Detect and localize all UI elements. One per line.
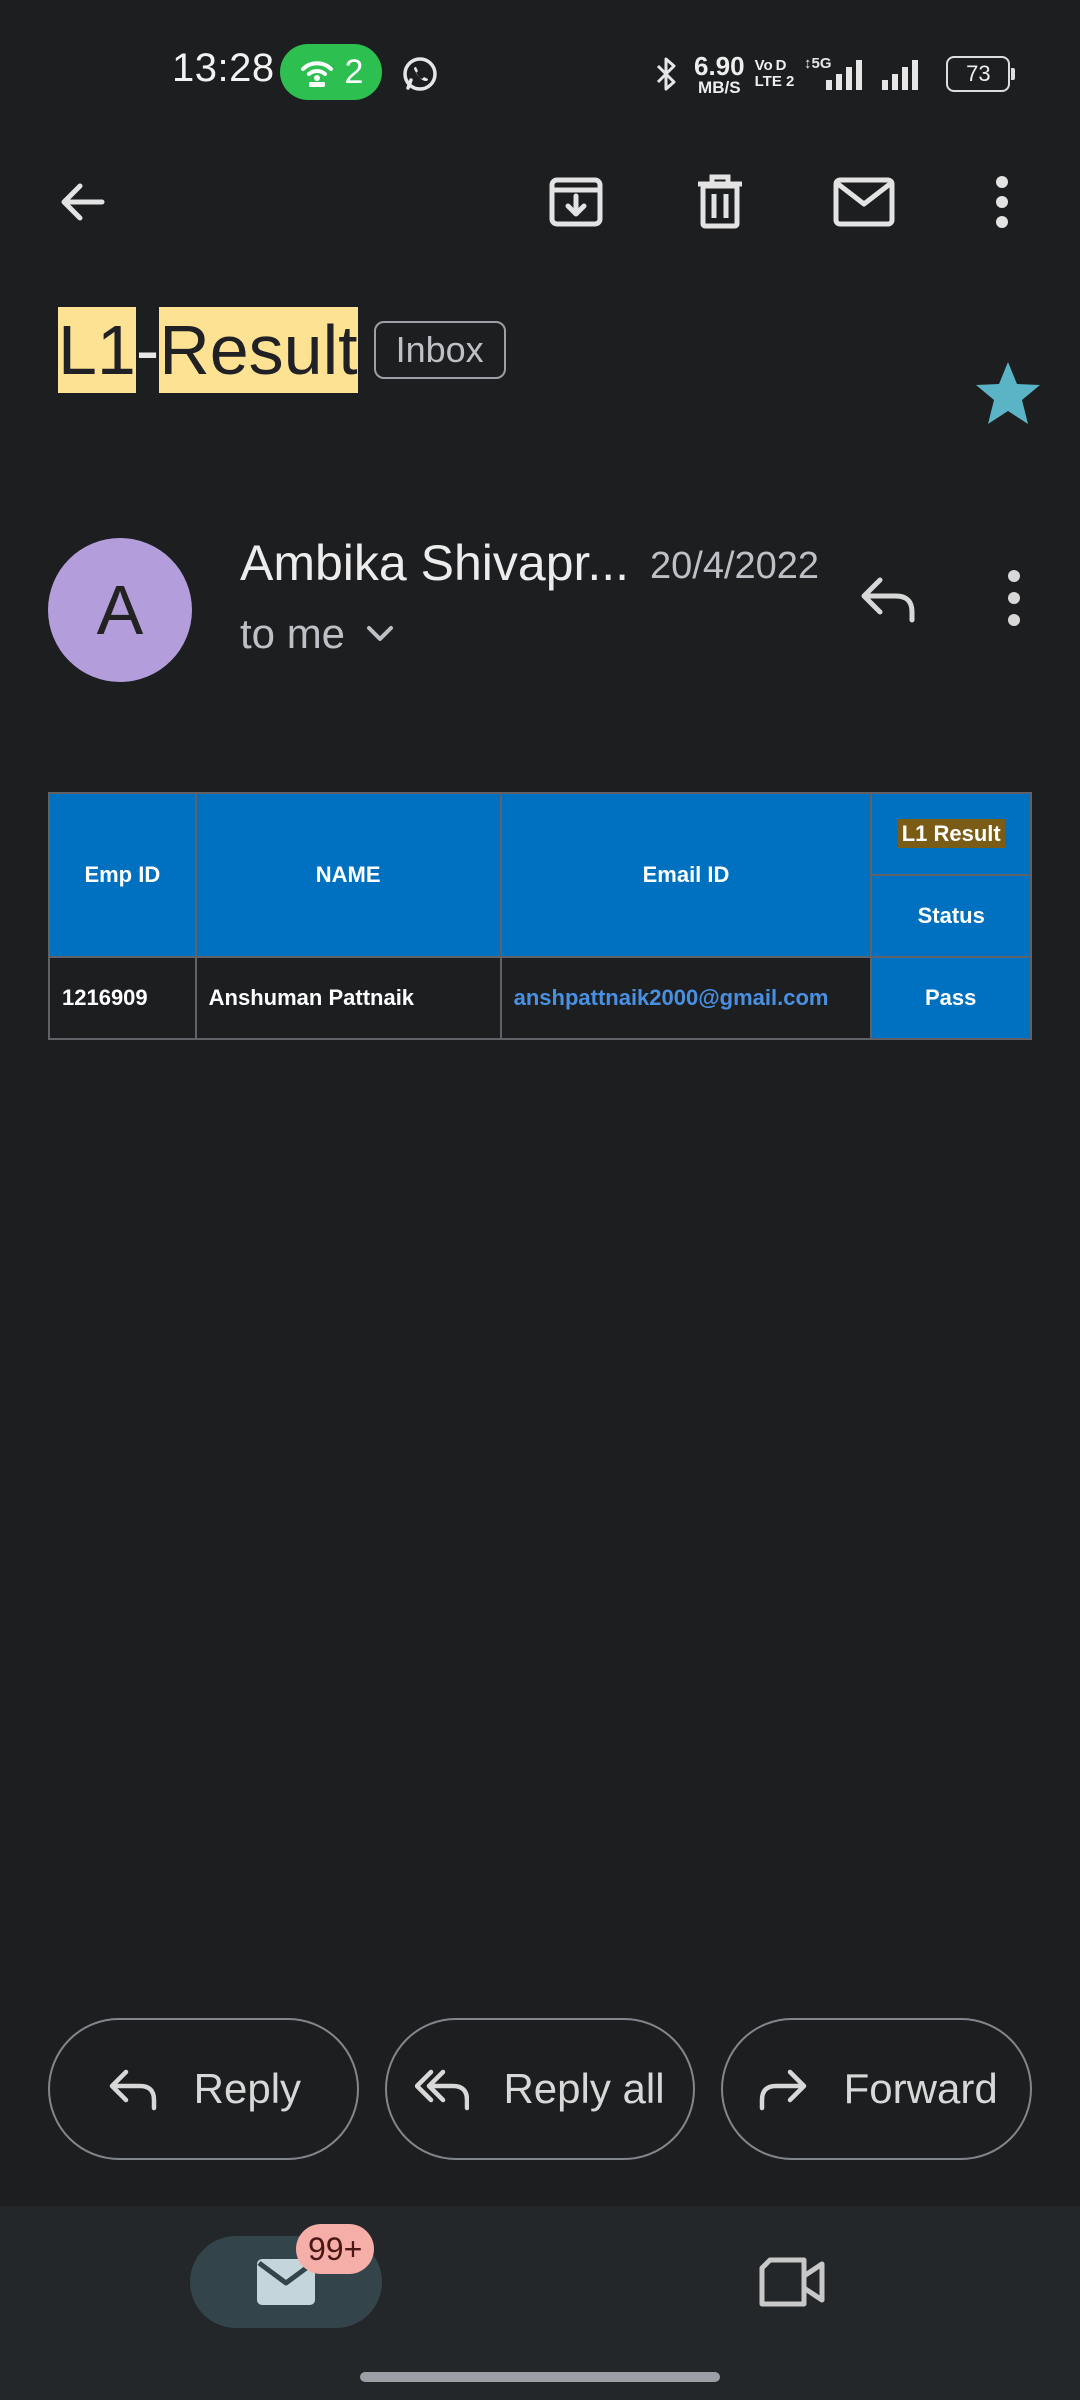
reply-all-button[interactable]: Reply all	[384, 2018, 696, 2160]
inbox-label-chip[interactable]: Inbox	[373, 321, 506, 379]
trash-icon	[698, 174, 742, 229]
back-button[interactable]	[50, 170, 114, 234]
reply-all-button-label: Reply all	[503, 2065, 665, 2112]
email-date: 20/4/2022	[650, 545, 820, 587]
mail-icon	[833, 177, 895, 227]
sender-name[interactable]: Ambika Shivapr...	[240, 534, 629, 592]
reply-icon[interactable]	[856, 568, 920, 632]
bluetooth-icon	[656, 57, 676, 91]
sender-avatar[interactable]: A	[48, 538, 192, 682]
recipient-details-toggle[interactable]: to me	[240, 610, 395, 658]
subject-highlight-1: L1	[58, 307, 136, 393]
more-vert-icon	[996, 176, 1008, 228]
status-bar: 13:28 2 6.90 MB/S Vo D LTE 2 ↕5G 73	[0, 0, 1080, 140]
whatsapp-icon	[403, 57, 437, 91]
signal-5g-icon: ↕5G	[804, 55, 863, 90]
chevron-down-icon	[367, 626, 394, 641]
status-time: 13:28	[172, 46, 275, 90]
header-email: Email ID	[499, 792, 873, 958]
email-toolbar	[0, 160, 1080, 260]
table-row: 1216909 Anshuman Pattnaik anshpattnaik20…	[48, 956, 1032, 1040]
back-arrow-icon	[61, 183, 105, 221]
svg-text:↕5G: ↕5G	[804, 55, 832, 72]
email-subject: L1-Result	[58, 307, 358, 393]
email-view-screen: 13:28 2 6.90 MB/S Vo D LTE 2 ↕5G 73 L1-R…	[0, 0, 1080, 2400]
archive-icon	[549, 177, 603, 227]
hotspot-count: 2	[344, 52, 364, 91]
more-options-button[interactable]	[970, 170, 1034, 234]
subject-row: L1-Result Inbox	[58, 307, 506, 393]
delete-button[interactable]	[688, 170, 752, 234]
reply-all-icon	[415, 2069, 470, 2111]
table-header-row: Emp ID NAME Email ID L1 Result	[48, 792, 1032, 958]
result-table: Emp ID NAME Email ID L1 Result Status 12…	[48, 792, 1032, 1040]
archive-button[interactable]	[544, 170, 608, 234]
header-status: Status	[870, 874, 1032, 958]
cell-emp-id: 1216909	[48, 956, 197, 1040]
cell-name: Anshuman Pattnaik	[194, 956, 502, 1040]
star-icon[interactable]	[972, 358, 1044, 430]
subject-separator: -	[135, 311, 160, 389]
forward-button[interactable]: Forward	[721, 2018, 1033, 2160]
video-camera-icon[interactable]	[758, 2252, 828, 2312]
reply-icon	[109, 2069, 156, 2111]
signal-icon	[882, 60, 919, 90]
unread-count-badge: 99+	[296, 2224, 375, 2274]
subject-highlight-2: Result	[159, 307, 358, 393]
l1-result-highlight: L1 Result	[897, 819, 1005, 848]
reply-button-label: Reply	[193, 2065, 302, 2112]
bottom-navigation: 99+	[0, 2206, 1080, 2400]
sender-more-vert-icon[interactable]	[990, 566, 1038, 630]
recipient-label: to me	[240, 610, 346, 657]
header-emp-id: Emp ID	[48, 792, 197, 958]
reply-button[interactable]: Reply	[48, 2018, 359, 2160]
hotspot-icon	[300, 61, 333, 87]
volte-indicator: Vo D LTE 2	[754, 57, 795, 90]
home-gesture-bar[interactable]	[360, 2372, 720, 2382]
cell-email-link[interactable]: anshpattnaik2000@gmail.com	[499, 956, 873, 1040]
mark-unread-button[interactable]	[832, 170, 896, 234]
forward-icon	[759, 2069, 806, 2111]
forward-button-label: Forward	[843, 2065, 998, 2112]
header-name: NAME	[194, 792, 502, 958]
network-speed: 6.90 MB/S	[694, 50, 745, 97]
system-indicators: 6.90 MB/S Vo D LTE 2 ↕5G 73	[650, 46, 1016, 102]
battery-indicator: 73	[946, 56, 1016, 92]
reply-actions: Reply Reply all Forward	[48, 2018, 1033, 2160]
cell-status: Pass	[870, 956, 1032, 1040]
hotspot-indicator[interactable]: 2	[280, 44, 382, 100]
header-l1-result: L1 Result	[870, 792, 1032, 876]
